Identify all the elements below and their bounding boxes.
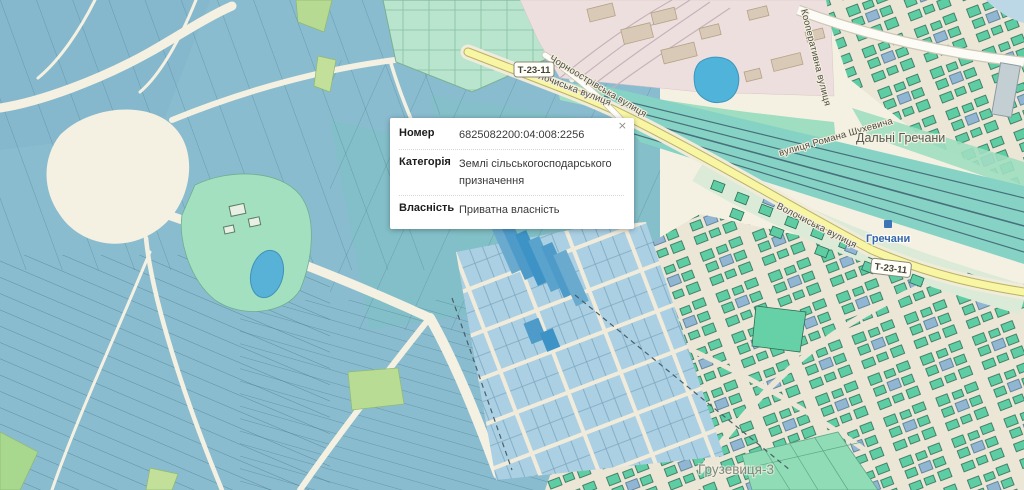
place-label-dalni-hrechany: Дальні Гречани [856,131,945,145]
field-label: Категорія [399,156,459,190]
field-value: Приватна власність [459,202,624,219]
popup-row-number: Номер 6825082200:04:008:2256 [399,121,624,150]
road-badge-1: Т-23-11 [514,62,554,77]
place-label-hruzevytsia: Грузевиця-3 [698,462,774,477]
park-block [752,306,806,352]
field-label: Власність [399,202,459,219]
parcel-info-popup: × Номер 6825082200:04:008:2256 Категорія… [390,118,634,229]
field-label: Номер [399,127,459,144]
map-canvas[interactable]: Волочиська вулиця Чорноострівська вулиця… [0,0,1024,490]
cadastral-map-app: Волочиська вулиця Чорноострівська вулиця… [0,0,1024,490]
station-icon [884,220,892,228]
popup-row-category: Категорія Землі сільськогосподарського п… [399,150,624,196]
station-label: Гречани [866,233,910,245]
close-icon[interactable]: × [618,120,627,131]
svg-text:Т-23-11: Т-23-11 [518,65,551,76]
industrial-pond [694,57,739,102]
field-value: 6825082200:04:008:2256 [459,127,624,144]
field-value: Землі сільськогосподарського призначення [459,156,624,190]
popup-row-ownership: Власність Приватна власність [399,196,624,224]
